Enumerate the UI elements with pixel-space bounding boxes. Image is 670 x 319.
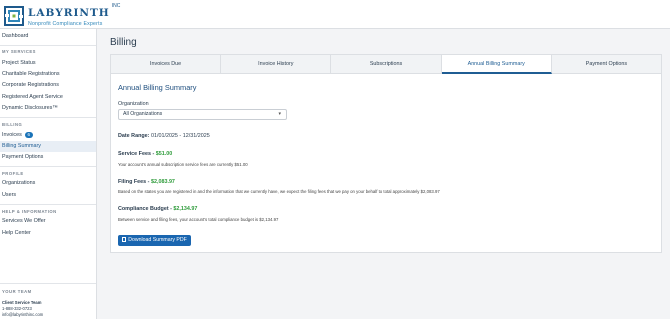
sidebar-item-registered-agent[interactable]: Registered Agent Service: [0, 92, 96, 103]
section-heading-help: HELP & INFORMATION: [2, 209, 57, 214]
billing-card: Invoices Due Invoice History Subscriptio…: [110, 54, 662, 253]
team-phone[interactable]: 1-888-332-0723: [2, 306, 32, 311]
chevron-down-icon: ▾: [278, 111, 281, 117]
sidebar-divider: [0, 45, 96, 46]
sidebar-divider: [0, 117, 96, 118]
section-heading-profile: PROFILE: [2, 171, 24, 176]
brand-logo[interactable]: LABYRINTHINC Nonprofit Compliance Expert…: [4, 4, 120, 27]
sidebar-item-services-we-offer[interactable]: Services We Offer: [0, 216, 96, 227]
service-fees-value: $51.00: [155, 151, 173, 157]
billing-tabs: Invoices Due Invoice History Subscriptio…: [111, 55, 662, 74]
team-email[interactable]: info@labyrinthinc.com: [2, 312, 43, 317]
date-range: Date Range: 01/01/2025 - 12/31/2025: [118, 133, 210, 139]
filing-fees-value: $2,083.97: [150, 179, 175, 185]
compliance-budget: Compliance Budget - $2,134.97: [118, 206, 197, 212]
tab-annual-billing-summary[interactable]: Annual Billing Summary: [441, 55, 552, 74]
top-bar: LABYRINTHINC Nonprofit Compliance Expert…: [0, 0, 670, 29]
filing-fees: Filing Fees - $2,083.97: [118, 179, 175, 185]
labyrinth-logo-icon: [4, 5, 24, 26]
sidebar-item-organizations[interactable]: Organizations: [0, 178, 96, 189]
section-title: Annual Billing Summary: [118, 83, 197, 92]
service-fees-label: Service Fees -: [118, 151, 155, 157]
date-range-label: Date Range:: [118, 133, 150, 139]
filing-fees-label: Filing Fees -: [118, 179, 150, 185]
download-summary-pdf-button[interactable]: Download Summary PDF: [118, 235, 191, 246]
section-heading-team: YOUR TEAM: [2, 289, 32, 294]
section-heading-billing: BILLING: [2, 122, 23, 127]
sidebar-item-invoices[interactable]: Invoices 6: [0, 130, 96, 141]
team-name: Client Service Team: [2, 300, 42, 305]
page-title: Billing: [110, 37, 137, 48]
sidebar-divider: [0, 204, 96, 205]
sidebar-item-label: Invoices: [2, 132, 22, 138]
sidebar-item-corporate-registrations[interactable]: Corporate Registrations: [0, 80, 96, 91]
tab-payment-options[interactable]: Payment Options: [551, 55, 662, 74]
tab-subscriptions[interactable]: Subscriptions: [331, 55, 442, 74]
compliance-budget-note: Between service and filing fees, your ac…: [118, 217, 279, 222]
brand-suffix: INC: [111, 3, 121, 9]
sidebar: Dashboard MY SERVICES Project Status Cha…: [0, 29, 97, 319]
tab-invoices-due[interactable]: Invoices Due: [111, 55, 222, 74]
service-fees: Service Fees - $51.00: [118, 151, 172, 157]
organization-label: Organization: [118, 101, 149, 107]
organization-select[interactable]: All Organizations ▾: [118, 109, 287, 120]
organization-select-value: All Organizations: [123, 111, 163, 117]
brand-tagline: Nonprofit Compliance Experts: [28, 21, 103, 27]
sidebar-item-dashboard[interactable]: Dashboard: [0, 31, 96, 42]
sidebar-item-users[interactable]: Users: [0, 190, 96, 201]
compliance-budget-label: Compliance Budget -: [118, 206, 172, 212]
brand-name: LABYRINTH: [28, 7, 110, 19]
compliance-budget-value: $2,134.97: [173, 206, 198, 212]
sidebar-divider: [0, 166, 96, 167]
section-heading-services: MY SERVICES: [2, 49, 36, 54]
sidebar-item-payment-options[interactable]: Payment Options: [0, 152, 96, 163]
sidebar-item-project-status[interactable]: Project Status: [0, 58, 96, 69]
filing-fees-note: Based on the states you are registered i…: [118, 189, 440, 194]
document-icon: [122, 237, 127, 242]
sidebar-item-billing-summary[interactable]: Billing Summary: [0, 141, 96, 152]
date-range-value: 01/01/2025 - 12/31/2025: [150, 133, 210, 139]
sidebar-divider: [0, 283, 96, 284]
tab-invoice-history[interactable]: Invoice History: [221, 55, 332, 74]
sidebar-item-charitable-registrations[interactable]: Charitable Registrations: [0, 69, 96, 80]
sidebar-item-help-center[interactable]: Help Center: [0, 228, 96, 239]
service-fees-note: Your account's annual subscription servi…: [118, 162, 248, 167]
invoices-count-badge: 6: [24, 131, 33, 138]
sidebar-item-dynamic-disclosures[interactable]: Dynamic Disclosures™: [0, 103, 96, 114]
download-button-label: Download Summary PDF: [128, 237, 187, 243]
